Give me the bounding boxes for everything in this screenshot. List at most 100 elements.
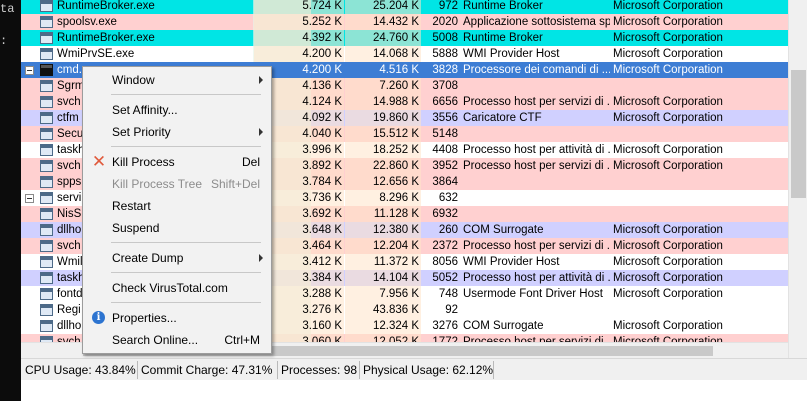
company-name: Microsoft Corporation [613, 336, 723, 342]
menu-item-kill-process[interactable]: ✕ Kill Process Del [85, 151, 269, 173]
working-set: 7.956 K [345, 286, 421, 302]
status-physical-usage: Physical Usage: 62.12% [360, 361, 494, 379]
description: Usermode Font Driver Host [463, 288, 603, 300]
kill-x-icon: ✕ [91, 153, 107, 170]
console-window: ta : [0, 0, 21, 401]
menu-item-label: Restart [112, 199, 151, 213]
process-name: RuntimeBroker.exe [57, 32, 155, 44]
pid: 1772 [432, 336, 458, 342]
company-name: Microsoft Corporation [613, 0, 723, 12]
minus-box-icon [25, 66, 34, 75]
menu-item-check-virustotal-com[interactable]: Check VirusTotal.com [85, 277, 269, 299]
menu-separator [111, 146, 261, 147]
process-icon-glyph [40, 16, 53, 28]
description [462, 302, 610, 318]
process-icon-glyph [40, 144, 53, 156]
working-set: 43.836 K [345, 302, 421, 318]
description: Processo host per attività di ... [463, 272, 610, 284]
company-name: Microsoft Corporation [613, 256, 723, 268]
description: WMI Provider Host [463, 256, 560, 268]
menu-item-set-priority[interactable]: Set Priority [85, 121, 269, 143]
description: Processo host per servizi di ... [463, 336, 610, 342]
company-name: Microsoft Corporation [613, 272, 723, 284]
menu-item-set-affinity[interactable]: Set Affinity... [85, 99, 269, 121]
company-name: Microsoft Corporation [613, 160, 723, 172]
process-name: RuntimeBroker.exe [57, 0, 155, 12]
working-set: 15.512 K [345, 126, 421, 142]
pid: 4408 [432, 144, 458, 156]
table-row[interactable]: WmiPrvSE.exe 4.200 K 14.068 K 5888 WMI Provi… [21, 46, 788, 62]
window-icon [39, 318, 55, 334]
window-icon [39, 30, 55, 46]
collapse-toggle[interactable] [24, 190, 36, 206]
process-name: WmiPrvSE.exe [57, 48, 135, 60]
working-set: 12.380 K [345, 222, 421, 238]
pid: 3952 [432, 160, 458, 172]
vertical-scrollbar[interactable] [788, 0, 807, 358]
pid: 260 [438, 224, 458, 236]
company-name: Microsoft Corporation [613, 32, 723, 44]
working-set: 11.128 K [345, 206, 421, 222]
description: Runtime Broker [463, 32, 543, 44]
pid: 3276 [432, 320, 458, 332]
company-name [611, 302, 787, 318]
description: Caricatore CTF [463, 112, 542, 124]
company-name: Microsoft Corporation [613, 288, 723, 300]
menu-item-label: Window [112, 73, 155, 87]
collapse-toggle[interactable] [24, 62, 36, 78]
process-icon-glyph [40, 160, 53, 172]
menu-item-restart[interactable]: Restart [85, 195, 269, 217]
pid: 5148 [432, 128, 458, 140]
private-bytes: 4.200 K [254, 46, 344, 62]
company-name: Microsoft Corporation [613, 320, 723, 332]
pid: 8056 [432, 256, 458, 268]
process-icon-glyph [40, 32, 53, 44]
table-row[interactable]: RuntimeBroker.exe 5.724 K 25.204 K 972 Runti… [21, 0, 788, 14]
company-name: Microsoft Corporation [613, 64, 723, 76]
company-name [611, 126, 787, 142]
working-set: 7.260 K [345, 78, 421, 94]
process-icon-glyph [40, 128, 53, 140]
description [462, 174, 610, 190]
process-icon-glyph [40, 80, 53, 92]
status-bar: CPU Usage: 43.84% Commit Charge: 47.31% … [21, 358, 807, 380]
pid: 5008 [432, 32, 458, 44]
description [462, 206, 610, 222]
process-name: spoolsv.exe [57, 16, 117, 28]
process-context-menu[interactable]: Window Set Affinity... Set Priority ✕ Kill P… [82, 66, 272, 354]
process-icon-glyph [40, 320, 53, 332]
company-name: Microsoft Corporation [613, 96, 723, 108]
working-set: 14.068 K [345, 46, 421, 62]
menu-item-label: Suspend [112, 221, 160, 235]
pen-icon [39, 110, 55, 126]
company-name [611, 174, 787, 190]
working-set: 19.860 K [345, 110, 421, 126]
description: Processo host per servizi di ... [463, 240, 610, 252]
private-bytes: 5.252 K [254, 14, 344, 30]
menu-item-suspend[interactable]: Suspend [85, 217, 269, 239]
submenu-arrow-icon [259, 254, 263, 262]
menu-item-properties[interactable]: i Properties... [85, 307, 269, 329]
menu-item-window[interactable]: Window [85, 69, 269, 91]
table-row[interactable]: RuntimeBroker.exe 4.392 K 24.760 K 5008 Runt… [21, 30, 788, 46]
menu-item-search-online[interactable]: Search Online... Ctrl+M [85, 329, 269, 351]
working-set: 25.204 K [345, 0, 421, 14]
description: Processore dei comandi di ... [463, 64, 610, 76]
company-name: Microsoft Corporation [613, 48, 723, 60]
menu-item-create-dump[interactable]: Create Dump [85, 247, 269, 269]
console-text: : [0, 34, 8, 48]
vertical-scroll-thumb[interactable] [791, 70, 806, 198]
pid: 972 [438, 0, 458, 12]
working-set: 12.052 K [345, 334, 421, 342]
process-icon-glyph [40, 304, 53, 316]
table-row[interactable]: spoolsv.exe 5.252 K 14.432 K 2020 Applicazio… [21, 14, 788, 30]
working-set: 12.656 K [345, 174, 421, 190]
